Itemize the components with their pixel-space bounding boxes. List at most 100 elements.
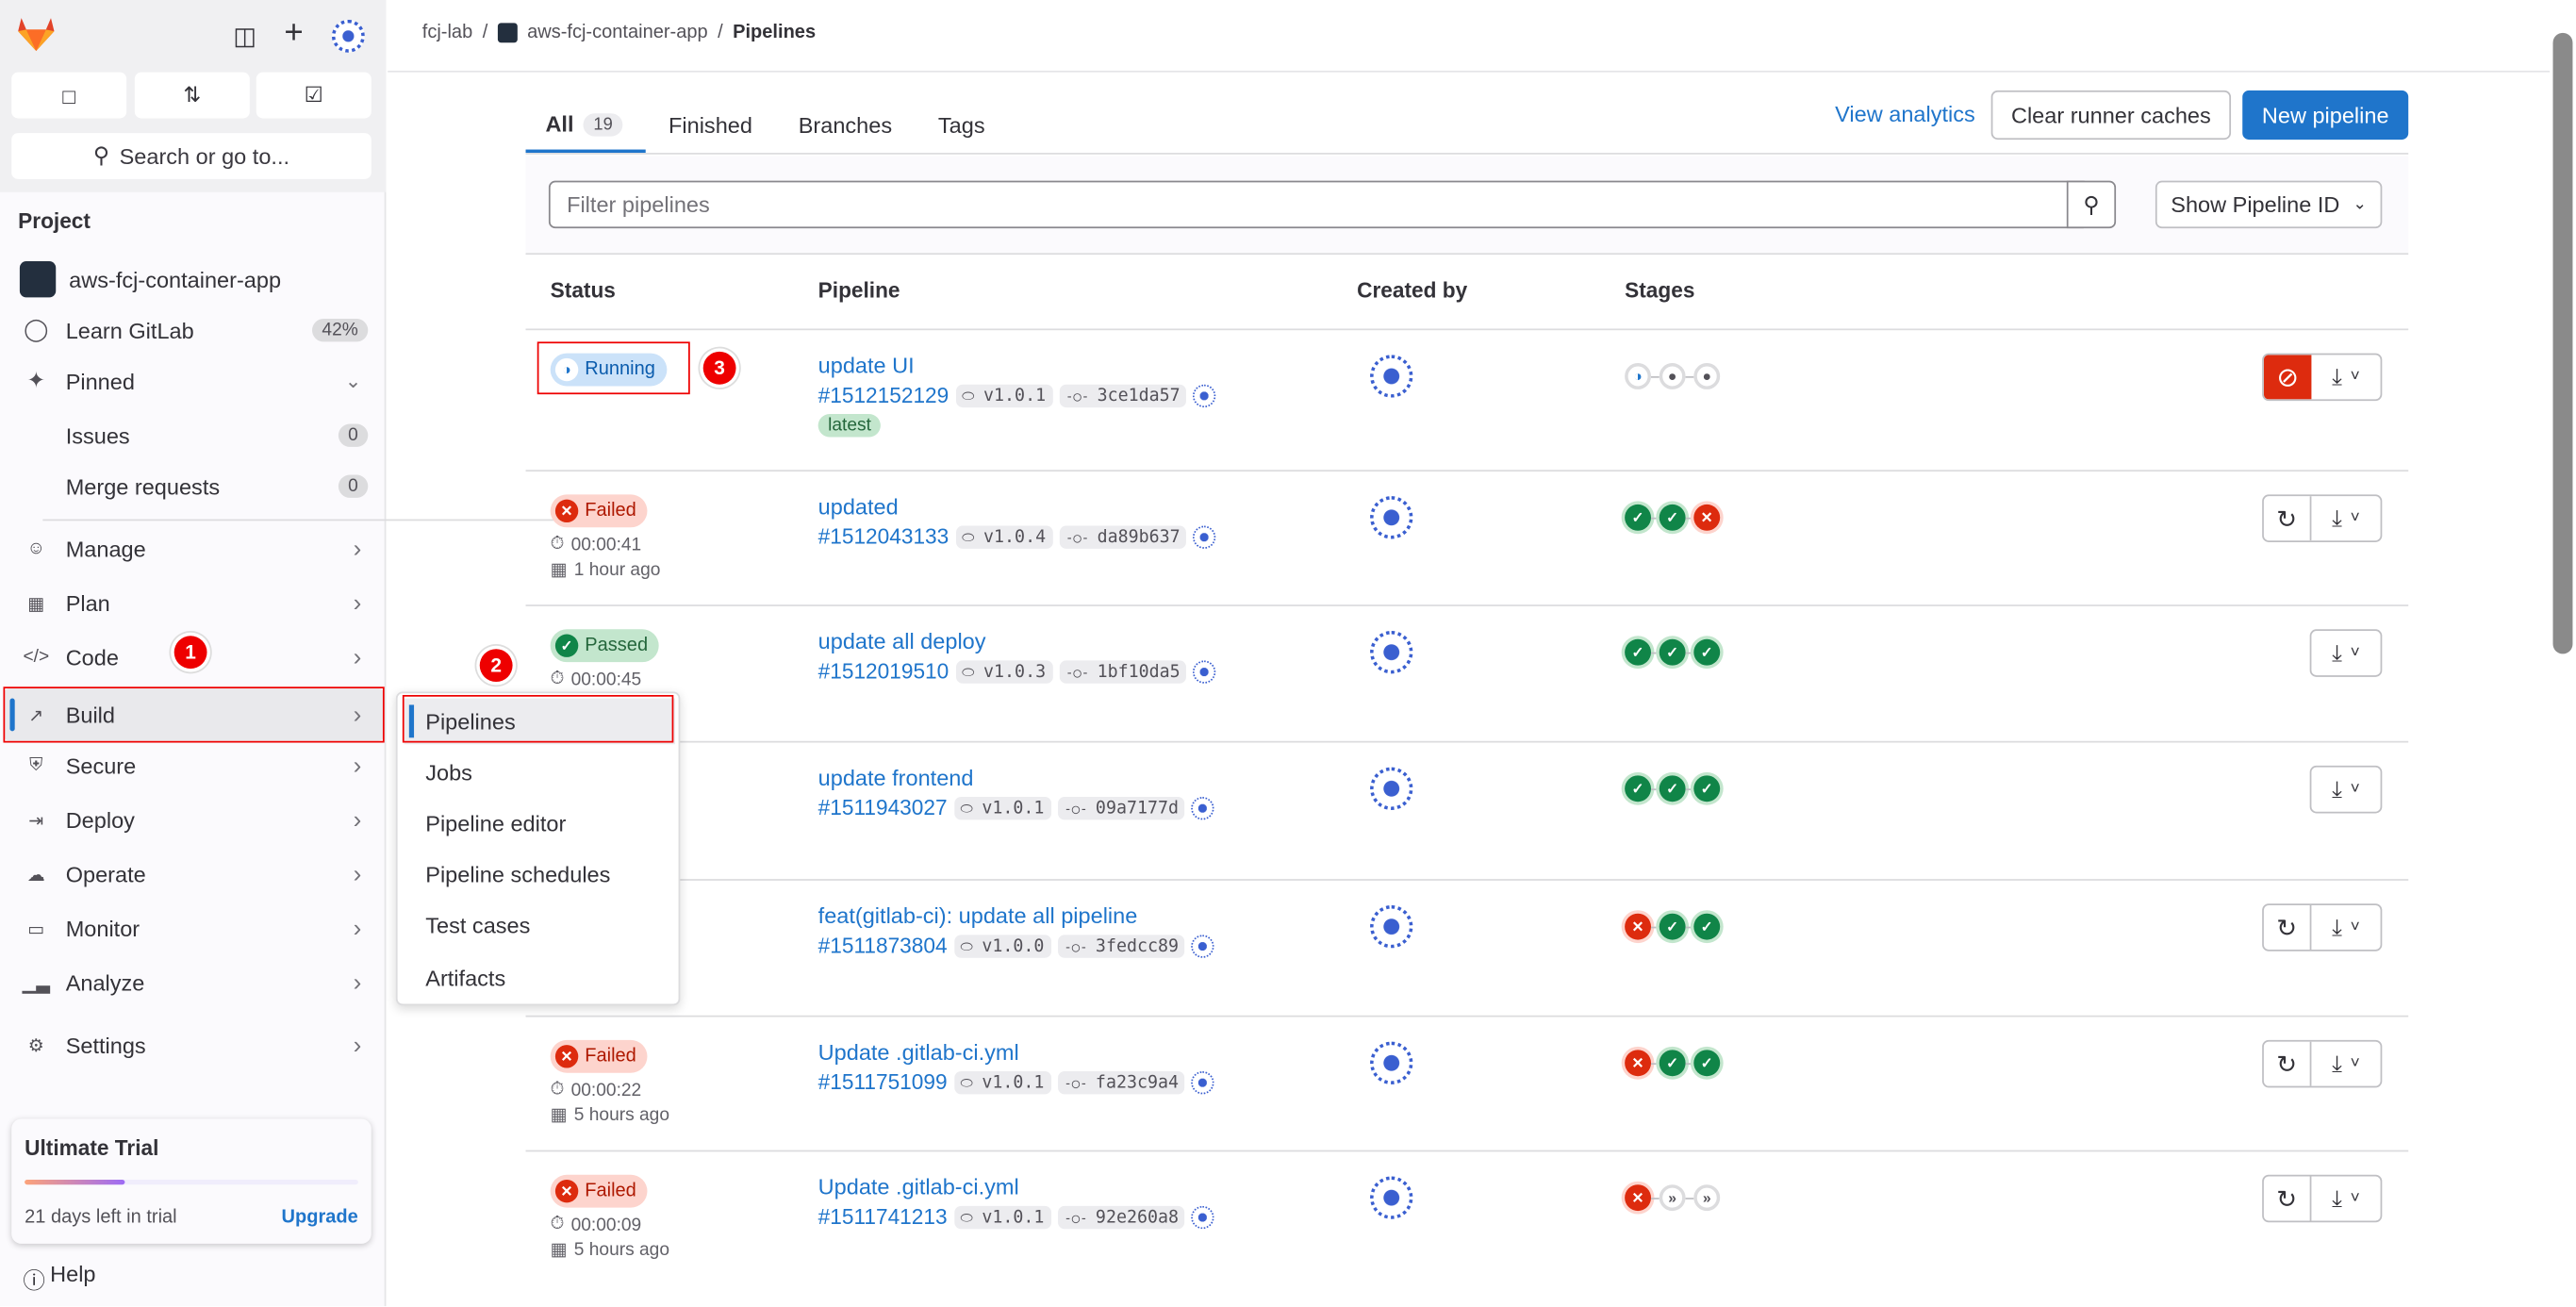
commit-chip[interactable]: -○- 3ce1da57 (1059, 383, 1187, 407)
stage-success-icon[interactable]: ✓ (1659, 913, 1686, 940)
filter-pipelines-input[interactable]: Filter pipelines (548, 180, 2090, 229)
commit-chip[interactable]: -○- 09a7177d (1057, 796, 1186, 819)
created-by-avatar[interactable] (1370, 496, 1413, 539)
tab-all[interactable]: All 19 (525, 99, 646, 154)
commit-chip[interactable]: -○- 3fedcc89 (1057, 934, 1186, 957)
stage-success-icon[interactable]: ✓ (1659, 775, 1686, 802)
download-artifacts-dropdown[interactable]: ⤓ ˅ (2311, 496, 2380, 540)
stage-failed-icon[interactable]: ✕ (1625, 913, 1652, 940)
pipeline-id-link[interactable]: #1512019510 (818, 659, 949, 684)
status-badge[interactable]: ✕ Failed (550, 494, 649, 528)
pipeline-id-dropdown[interactable]: Show Pipeline ID ⌄ (2155, 180, 2383, 229)
created-by-avatar[interactable] (1370, 631, 1413, 674)
stage-skipped-icon[interactable]: » (1693, 1184, 1721, 1212)
pipeline-title-link[interactable]: update UI (818, 354, 1216, 378)
stage-created-icon[interactable]: ● (1693, 363, 1721, 389)
tab-finished[interactable]: Finished (646, 99, 776, 153)
tag-chip[interactable]: ⬭ v1.0.1 (953, 1070, 1051, 1094)
stage-failed-icon[interactable]: ✕ (1693, 504, 1721, 531)
created-by-avatar[interactable] (1370, 1176, 1413, 1219)
new-pipeline-button[interactable]: New pipeline (2242, 90, 2409, 141)
stage-success-icon[interactable]: ✓ (1625, 638, 1652, 666)
breadcrumb-current[interactable]: Pipelines (733, 23, 816, 42)
issues-button[interactable]: □ (11, 72, 127, 119)
created-by-avatar[interactable] (1370, 767, 1413, 810)
stage-failed-icon[interactable]: ✕ (1625, 1184, 1652, 1212)
merge-requests-button[interactable]: ⇅ (134, 72, 250, 119)
sidebar-item-settings[interactable]: ⚙ Settings › (3, 1020, 384, 1069)
sidebar-item-analyze[interactable]: ▁▃ Analyze › (3, 958, 384, 1007)
commit-chip[interactable]: -○- fa23c9a4 (1057, 1070, 1186, 1094)
menu-item-test-cases[interactable]: Test cases (405, 903, 675, 950)
sidebar-item-plan[interactable]: ▦ Plan › (3, 578, 384, 627)
commit-author-avatar[interactable] (1191, 1070, 1215, 1094)
stage-success-icon[interactable]: ✓ (1693, 913, 1721, 940)
todo-button[interactable]: ☑ (256, 72, 372, 119)
stage-success-icon[interactable]: ✓ (1625, 775, 1652, 802)
pipeline-id-link[interactable]: #1512043133 (818, 524, 949, 549)
download-artifacts-dropdown[interactable]: ⤓ ˅ (2311, 905, 2380, 950)
sidebar-item-manage[interactable]: ☺ Manage › (3, 524, 384, 573)
search-button[interactable]: ⚲ Search or go to... (11, 133, 372, 179)
menu-item-artifacts[interactable]: Artifacts (405, 954, 675, 1001)
download-artifacts-dropdown[interactable]: ⤓ ˅ (2311, 768, 2380, 812)
stage-created-icon[interactable]: ● (1659, 363, 1686, 389)
stage-skipped-icon[interactable]: » (1659, 1184, 1686, 1212)
search-submit-button[interactable]: ⚲ (2066, 180, 2117, 229)
commit-chip[interactable]: -○- da89b637 (1059, 524, 1187, 549)
view-analytics-link[interactable]: View analytics (1835, 102, 1975, 126)
sidebar-item-operate[interactable]: ☁ Operate › (3, 850, 384, 899)
pipeline-title-link[interactable]: Update .gitlab-ci.yml (818, 1040, 1215, 1065)
learn-gitlab-link[interactable]: ◯ Learn GitLab 42% (3, 306, 384, 355)
gitlab-logo-icon[interactable] (18, 18, 55, 52)
stage-success-icon[interactable]: ✓ (1693, 1050, 1721, 1077)
tag-chip[interactable]: ⬭ v1.0.1 (953, 796, 1051, 819)
pipeline-id-link[interactable]: #1511741213 (818, 1204, 948, 1229)
breadcrumb-group[interactable]: fcj-lab (422, 23, 472, 42)
commit-author-avatar[interactable] (1193, 524, 1217, 549)
pipeline-title-link[interactable]: feat(gitlab-ci): update all pipeline (818, 903, 1215, 928)
user-avatar[interactable] (331, 19, 365, 53)
download-artifacts-dropdown[interactable]: ⤓ ˅ (2311, 1176, 2380, 1220)
clear-runner-caches-button[interactable]: Clear runner caches (1990, 90, 2232, 141)
tab-branches[interactable]: Branches (775, 99, 915, 153)
sidebar-item-monitor[interactable]: ▭ Monitor › (3, 903, 384, 952)
menu-item-jobs[interactable]: Jobs (405, 750, 675, 796)
pinned-toggle[interactable]: ✦ Pinned ⌄ (3, 356, 384, 405)
commit-author-avatar[interactable] (1193, 383, 1217, 407)
sidebar-toggle-icon[interactable]: ◫ (233, 22, 256, 51)
retry-pipeline-button[interactable]: ↻ (2264, 905, 2312, 951)
tab-tags[interactable]: Tags (916, 99, 1008, 153)
created-by-avatar[interactable] (1370, 355, 1413, 398)
commit-author-avatar[interactable] (1191, 934, 1215, 957)
stage-success-icon[interactable]: ✓ (1693, 775, 1721, 802)
tag-chip[interactable]: ⬭ v1.0.1 (953, 1204, 1051, 1229)
download-artifacts-dropdown[interactable]: ⤓ ˅ (2311, 355, 2380, 399)
pipeline-title-link[interactable]: update all deploy (818, 629, 1216, 654)
pipeline-title-link[interactable]: Update .gitlab-ci.yml (818, 1175, 1215, 1199)
pipeline-title-link[interactable]: update frontend (818, 766, 1215, 790)
tag-chip[interactable]: ⬭ v1.0.4 (955, 524, 1053, 549)
created-by-avatar[interactable] (1370, 1041, 1413, 1084)
scrollbar[interactable] (2552, 32, 2573, 654)
status-badge[interactable]: ✕ Failed (550, 1039, 649, 1073)
stage-success-icon[interactable]: ✓ (1659, 1050, 1686, 1077)
sidebar-item-secure[interactable]: ⛨ Secure › (3, 741, 384, 790)
download-artifacts-dropdown[interactable]: ⤓ ˅ (2311, 631, 2380, 675)
tag-chip[interactable]: ⬭ v1.0.1 (955, 383, 1053, 407)
stage-running-icon[interactable]: ◑ (1625, 363, 1652, 389)
sidebar-item-deploy[interactable]: ⇥ Deploy › (3, 795, 384, 844)
status-badge[interactable]: ✓ Passed (550, 629, 660, 663)
retry-pipeline-button[interactable]: ↻ (2264, 1041, 2312, 1086)
menu-item-pipeline-editor[interactable]: Pipeline editor (405, 801, 675, 847)
pipeline-id-link[interactable]: #1511751099 (818, 1069, 948, 1094)
commit-chip[interactable]: -○- 92e260a8 (1057, 1204, 1186, 1229)
stage-success-icon[interactable]: ✓ (1625, 504, 1652, 531)
pipeline-title-link[interactable]: updated (818, 494, 1216, 519)
menu-item-pipeline-schedules[interactable]: Pipeline schedules (405, 852, 675, 899)
stage-success-icon[interactable]: ✓ (1693, 638, 1721, 666)
tag-chip[interactable]: ⬭ v1.0.0 (953, 934, 1051, 957)
pipeline-id-link[interactable]: #1511873804 (818, 934, 948, 958)
commit-author-avatar[interactable] (1191, 1204, 1215, 1229)
tag-chip[interactable]: ⬭ v1.0.3 (955, 659, 1053, 683)
